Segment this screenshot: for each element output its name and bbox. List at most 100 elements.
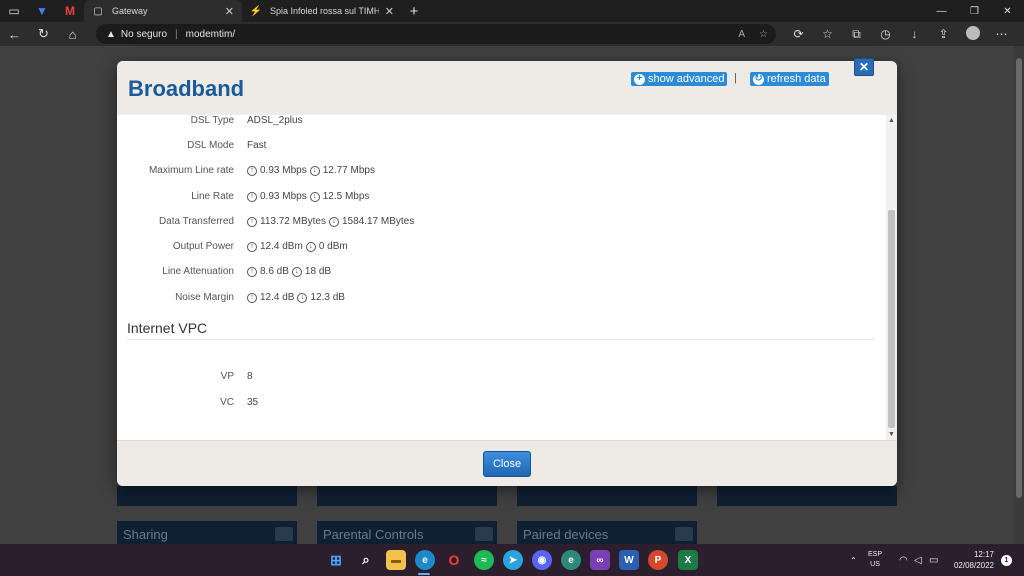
stat-row: Maximum Line rate ↑ 0.93 Mbps ↓ 12.77 Mbps <box>117 165 797 179</box>
url-text[interactable]: modemtim/ <box>186 29 235 40</box>
modal-close-icon[interactable]: ✕ <box>854 58 874 76</box>
favorites-icon[interactable]: ☆ <box>813 27 842 41</box>
address-field[interactable]: ▲ No seguro | modemtim/ A ☆ <box>96 24 776 44</box>
language-indicator[interactable]: ESP US <box>868 550 882 570</box>
file-explorer-icon[interactable]: ▬ <box>386 550 406 570</box>
clock[interactable]: 12:17 02/08/2022 <box>946 549 994 571</box>
download-arrow-icon: ↓ <box>309 165 320 176</box>
parental-controls-card: Parental Controls <box>317 521 497 544</box>
discord-icon[interactable]: ◉ <box>532 550 552 570</box>
spotify-icon[interactable]: ≈ <box>474 550 494 570</box>
close-button[interactable]: Close <box>483 451 531 477</box>
gmail-icon[interactable]: M <box>56 0 84 22</box>
notification-badge[interactable]: 1 <box>1001 555 1012 566</box>
modal-scrollbar[interactable]: ▲ ▼ <box>886 115 897 440</box>
stat-value: ↑ 12.4 dB ↓ 12.3 dB <box>247 292 345 303</box>
upload-arrow-icon: ↑ <box>247 241 257 252</box>
stat-value-text: ADSL_2plus <box>247 115 303 126</box>
refresh-data-button[interactable]: ↻ refresh data <box>750 72 829 86</box>
search-icon[interactable]: ⌕ <box>356 550 376 570</box>
upstream-value: 12.4 dB <box>260 292 295 303</box>
vpc-value: 35 <box>247 397 259 408</box>
tab-spia-infoled[interactable]: ⚡ Spia Infoled rossa sul TIMHUB - ✕ <box>242 0 402 22</box>
vpc-row: VC 35 <box>117 397 797 411</box>
battery-icon[interactable]: ▭ <box>929 544 938 576</box>
more-icon[interactable]: ⋯ <box>987 27 1016 41</box>
broadband-modal: Broadband + show advanced | ↻ refresh da… <box>117 61 897 486</box>
restore-icon[interactable]: ❐ <box>958 0 991 22</box>
share-icon[interactable]: ⇪ <box>929 27 958 41</box>
tray-overflow-icon[interactable]: ⌃ <box>850 544 857 576</box>
minimize-icon[interactable]: — <box>925 0 958 22</box>
edge-icon[interactable]: e <box>415 550 435 570</box>
scroll-down-icon[interactable]: ▼ <box>886 431 897 438</box>
visual-studio-icon[interactable]: ∞ <box>590 550 610 570</box>
tab-gateway[interactable]: ▢ Gateway ✕ <box>84 0 242 22</box>
warning-icon[interactable]: ▲ <box>106 29 116 40</box>
stat-value-text: Fast <box>247 140 267 151</box>
settings-icon <box>475 527 493 541</box>
favorite-add-icon[interactable]: ☆ <box>759 29 768 40</box>
refresh-icon: ↻ <box>753 73 764 85</box>
stat-label: DSL Type <box>190 115 234 126</box>
clock-date: 02/08/2022 <box>953 561 994 570</box>
settings-icon <box>675 527 693 541</box>
download-icon[interactable]: ↓ <box>900 27 929 41</box>
download-arrow-icon: ↓ <box>305 241 316 252</box>
stat-row: Line Rate ↑ 0.93 Mbps ↓ 12.5 Mbps <box>117 191 797 205</box>
home-icon[interactable]: ⌂ <box>58 22 87 46</box>
telegram-icon[interactable]: ➤ <box>503 550 523 570</box>
browser-tools: ⟳ ☆ ⧉ ◷ ↓ ⇪ ⋯ <box>784 22 1016 46</box>
show-advanced-button[interactable]: + show advanced <box>631 72 728 86</box>
powerpoint-icon[interactable]: P <box>648 550 668 570</box>
stat-row: DSL Mode Fast <box>117 140 797 154</box>
background-card <box>517 486 697 506</box>
upstream-value: 0.93 Mbps <box>260 165 307 176</box>
lang-top: ESP <box>868 551 883 558</box>
scroll-up-icon[interactable]: ▲ <box>886 117 897 124</box>
modal-body: DSL Type ADSL_2plus DSL Mode Fast Maximum Li… <box>117 115 897 440</box>
profile-avatar[interactable] <box>958 25 987 43</box>
excel-icon[interactable]: X <box>678 550 698 570</box>
stat-label: DSL Mode <box>187 140 234 151</box>
new-tab-button[interactable]: + <box>402 3 426 20</box>
downstream-value: 12.77 Mbps <box>322 165 375 176</box>
tab-title: Spia Infoled rossa sul TIMHUB - <box>270 6 379 16</box>
read-aloud-icon[interactable]: A <box>738 29 745 40</box>
upload-arrow-icon: ↑ <box>247 191 257 202</box>
opera-icon[interactable]: O <box>444 550 464 570</box>
downstream-value: 0 dBm <box>318 241 348 252</box>
edge-dev-icon[interactable]: e <box>561 550 581 570</box>
close-tab-icon[interactable]: ✕ <box>225 5 234 18</box>
security-label[interactable]: No seguro <box>121 29 167 40</box>
address-toolbar: ← ↻ ⌂ ▲ No seguro | modemtim/ A ☆ ⟳ ☆ ⧉ … <box>0 22 1024 46</box>
paired-devices-card: Paired devices <box>517 521 697 544</box>
history-icon[interactable]: ◷ <box>871 27 900 41</box>
stat-label: Data Transferred <box>158 216 234 227</box>
upstream-value: 113.72 MBytes <box>260 216 326 227</box>
wifi-icon[interactable]: ◠ <box>899 544 908 576</box>
stat-label: Output Power <box>172 241 234 252</box>
url-separator: | <box>175 28 178 40</box>
download-arrow-icon: ↓ <box>297 292 308 303</box>
close-window-icon[interactable]: ✕ <box>991 0 1024 22</box>
stat-value: ADSL_2plus <box>247 115 303 126</box>
tab-title: Gateway <box>112 6 148 16</box>
modal-scrollbar-thumb[interactable] <box>888 210 895 428</box>
leaf-favicon-icon: ⚡ <box>249 5 263 17</box>
start-icon[interactable]: ⊞ <box>326 550 346 570</box>
vpn-extension-icon[interactable]: ▼ <box>28 0 56 22</box>
stat-value: ↑ 0.93 Mbps ↓ 12.5 Mbps <box>247 191 369 202</box>
volume-icon[interactable]: ◁ <box>914 544 922 576</box>
page-scrollbar[interactable] <box>1014 46 1024 544</box>
tab-actions-icon[interactable]: ▭ <box>0 0 28 22</box>
close-tab-icon[interactable]: ✕ <box>385 5 394 18</box>
extensions-icon[interactable]: ⟳ <box>784 27 813 41</box>
collections-icon[interactable]: ⧉ <box>842 27 871 42</box>
back-icon[interactable]: ← <box>0 22 29 46</box>
show-advanced-label: show advanced <box>648 73 725 85</box>
reload-icon[interactable]: ↻ <box>29 22 58 46</box>
lang-bottom: US <box>870 561 880 568</box>
word-icon[interactable]: W <box>619 550 639 570</box>
page-scrollbar-thumb[interactable] <box>1016 58 1022 498</box>
